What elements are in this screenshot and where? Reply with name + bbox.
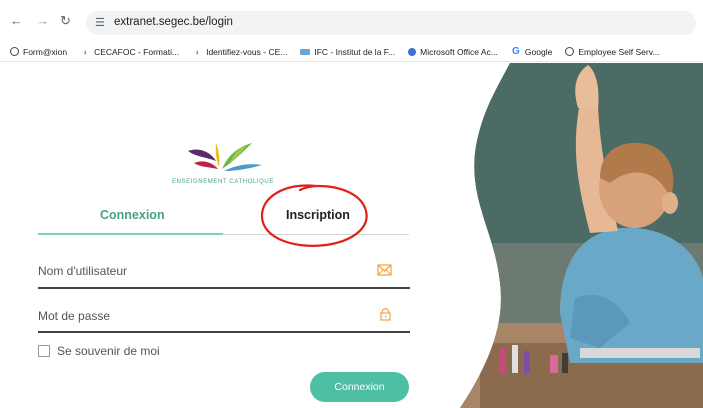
microsoft-icon xyxy=(408,47,417,56)
browser-toolbar: ← → ↻ ☰ extranet.segec.be/login xyxy=(0,0,703,42)
annotation-circle xyxy=(260,184,368,247)
lock-icon xyxy=(380,308,391,321)
forward-icon[interactable]: → xyxy=(36,14,49,28)
globe-icon xyxy=(565,47,575,56)
tab-login[interactable]: Connexion xyxy=(100,208,165,222)
reload-icon[interactable]: ↻ xyxy=(60,14,71,28)
username-underline xyxy=(38,287,410,289)
logo-icon xyxy=(188,143,262,171)
bookmark-microsoft[interactable]: Microsoft Office Ac... xyxy=(408,47,498,57)
google-icon: G xyxy=(512,45,520,57)
bookmark-identifiez[interactable]: › Identifiez-vous - CE... xyxy=(192,46,288,57)
tab-login-indicator xyxy=(38,233,223,235)
bookmark-ifc[interactable]: IFC - Institut de la F... xyxy=(300,47,395,57)
mail-icon xyxy=(377,264,392,276)
remember-checkbox[interactable] xyxy=(38,345,50,357)
bookmark-label: IFC - Institut de la F... xyxy=(314,46,396,57)
bookmark-google[interactable]: G Google xyxy=(511,45,553,57)
username-input[interactable]: Nom d'utilisateur xyxy=(38,264,127,278)
bookmark-cecafoc[interactable]: › CECAFOC - Formati... xyxy=(80,46,180,57)
password-underline xyxy=(38,331,410,333)
login-button[interactable]: Connexion xyxy=(310,372,409,402)
remember-me[interactable]: Se souvenir de moi xyxy=(38,344,160,358)
site-info-icon[interactable]: ☰ xyxy=(95,17,105,29)
bookmark-label: Employee Self Serv... xyxy=(578,46,660,57)
classroom-photo xyxy=(460,63,703,408)
ifc-icon xyxy=(300,48,311,55)
bookmark-formaxion[interactable]: Form@xion xyxy=(10,47,67,57)
bookmarks-bar: Form@xion › CECAFOC - Formati... › Ident… xyxy=(0,42,703,62)
remember-label: Se souvenir de moi xyxy=(57,344,160,358)
url-text: extranet.segec.be/login xyxy=(114,16,233,28)
bookmark-label: CECAFOC - Formati... xyxy=(94,46,180,57)
bookmark-label: Google xyxy=(524,46,553,57)
address-bar[interactable]: ☰ extranet.segec.be/login xyxy=(86,11,696,35)
bookmark-label: Microsoft Office Ac... xyxy=(420,46,498,57)
bookmark-employee[interactable]: Employee Self Serv... xyxy=(565,47,659,57)
bookmark-label: Identifiez-vous - CE... xyxy=(206,46,288,57)
password-input[interactable]: Mot de passe xyxy=(38,309,110,323)
bookmark-label: Form@xion xyxy=(23,46,68,57)
login-page: ENSEIGNEMENT CATHOLIQUE Connexion Inscri… xyxy=(0,63,703,408)
back-icon[interactable]: ← xyxy=(10,14,23,28)
arrow-icon: › xyxy=(195,46,199,57)
globe-icon xyxy=(10,47,19,56)
arrow-icon: › xyxy=(83,46,87,57)
